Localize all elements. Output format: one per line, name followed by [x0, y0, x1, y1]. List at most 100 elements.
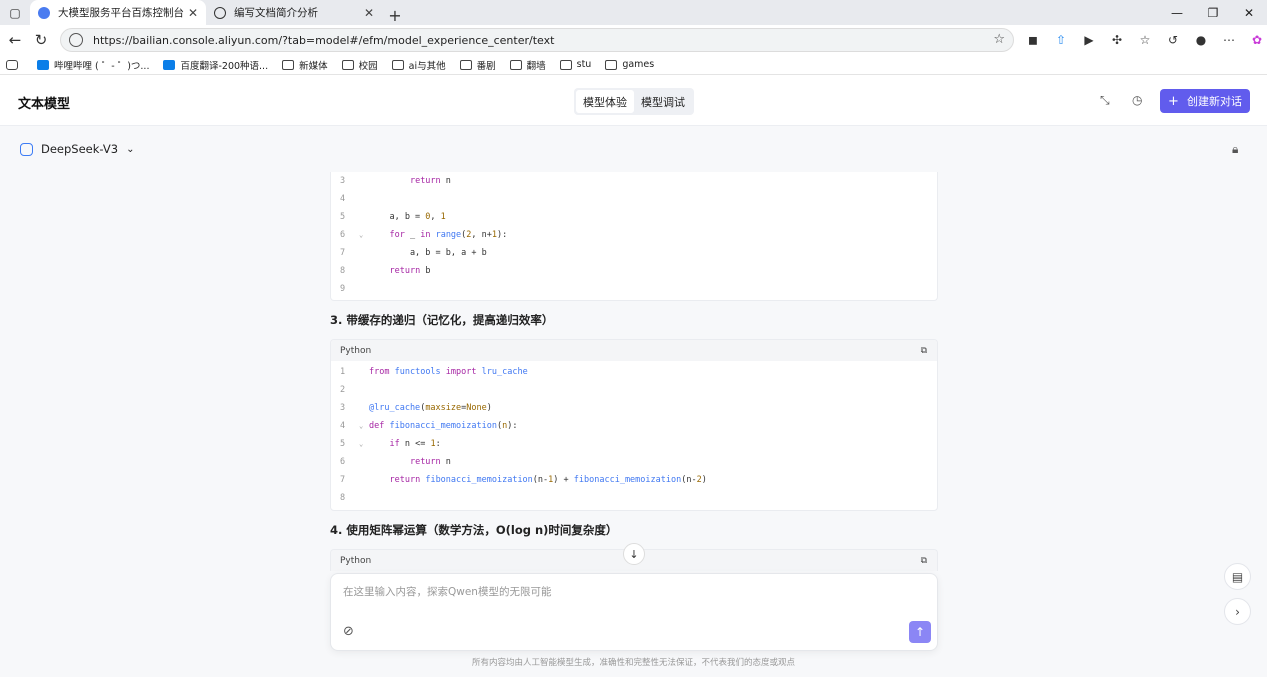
code-line: return n	[409, 176, 451, 186]
chevron-down-icon: ⌄	[126, 143, 135, 155]
folder-icon	[282, 59, 295, 70]
code-language: Python	[340, 555, 372, 566]
bookmark-label: ai与其他	[408, 60, 446, 72]
chatgpt-favicon-icon	[214, 6, 226, 19]
tab-actions-icon[interactable]: ▢	[0, 0, 30, 25]
code-line: for _ in range(2, n+1):	[389, 230, 508, 240]
more-menu-icon[interactable]: ⋯	[1218, 30, 1240, 50]
new-tab-button[interactable]: +	[382, 6, 408, 25]
line-number: 7	[340, 248, 346, 258]
favorites-icon[interactable]: ☆	[1134, 30, 1156, 50]
url-bar[interactable]: https://bailian.console.aliyun.com/?tab=…	[60, 28, 1014, 52]
address-toolbar: ← ↻ https://bailian.console.aliyun.com/?…	[0, 25, 1267, 55]
tab-model-debug[interactable]: 模型调试	[634, 90, 692, 113]
bookmark-label: games	[622, 59, 655, 70]
chat-input-placeholder[interactable]: 在这里输入内容，探索Qwen模型的无限可能	[343, 584, 551, 599]
fold-icon[interactable]: ⌄	[359, 440, 369, 448]
bookmark-folder-ai[interactable]: ai与其他	[391, 58, 446, 72]
chat-input-box[interactable]: 在这里输入内容，探索Qwen模型的无限可能 ⊘ ↑	[330, 573, 938, 651]
document-icon: ▤	[1231, 569, 1244, 584]
code-line: if n <= 1:	[389, 439, 441, 449]
folder-icon	[559, 59, 572, 70]
bookmarks-bar: 哔哩哔哩 ( ゜- ゜)つ... 百度翻译-200种语... 新媒体 校园 ai…	[0, 55, 1267, 75]
model-name: DeepSeek-V3	[41, 142, 119, 156]
translate-icon[interactable]: ⇧	[1050, 30, 1072, 50]
line-number: 8	[340, 493, 346, 503]
baidu-translate-icon	[163, 59, 176, 70]
tab-model-experience[interactable]: 模型体验	[576, 90, 634, 113]
fold-icon[interactable]: ⌄	[359, 231, 369, 239]
close-tab-icon[interactable]: ✕	[188, 6, 198, 20]
line-number: 2	[340, 385, 346, 395]
reload-icon[interactable]: ↻	[28, 31, 54, 49]
play-icon[interactable]: ▶	[1078, 30, 1100, 50]
bookmark-label: 百度翻译-200种语...	[180, 60, 269, 72]
send-button[interactable]: ↑	[909, 621, 931, 643]
bookmark-label: 新媒体	[299, 60, 328, 72]
close-window-icon[interactable]: ✕	[1231, 0, 1267, 25]
close-tab-icon[interactable]: ✕	[364, 6, 374, 20]
line-number: 4	[340, 194, 346, 204]
disclaimer: 所有内容均由人工智能模型生成，准确性和完整性无法保证，不代表我们的态度或观点	[471, 658, 795, 668]
line-number: 4	[340, 421, 346, 431]
section-heading: 3. 带缓存的递归（记忆化，提高递归效率）	[330, 313, 554, 327]
bookmark-baidu-translate[interactable]: 百度翻译-200种语...	[163, 58, 268, 72]
bookmark-label: 校园	[358, 60, 378, 72]
bookmark-folder-games[interactable]: games	[605, 59, 654, 70]
history-icon[interactable]: ↺	[1162, 30, 1184, 50]
back-icon[interactable]: ←	[2, 31, 28, 49]
lock-icon[interactable]: 🔒︎	[1232, 142, 1238, 157]
code-line: from functools import lru_cache	[369, 367, 528, 377]
bookmark-folder-vpn[interactable]: 翻墙	[509, 58, 546, 72]
site-info-icon[interactable]	[69, 33, 83, 47]
bookmark-folder-stu[interactable]: stu	[559, 59, 592, 70]
bilibili-icon	[37, 59, 49, 70]
code-block: Python ⧉ 1 from functools import lru_cach…	[330, 339, 938, 511]
page-title: 文本模型	[18, 97, 71, 112]
copy-icon[interactable]: ⧉	[921, 346, 927, 356]
scroll-to-bottom-button[interactable]: ↓	[623, 543, 645, 565]
bookmark-label: stu	[576, 59, 592, 70]
profile-avatar-icon[interactable]: ●	[1190, 30, 1212, 50]
expand-panel-button[interactable]: ›	[1224, 598, 1251, 625]
fold-icon[interactable]: ⌄	[359, 422, 369, 430]
code-line: return fibonacci_memoization(n-1) + fibo…	[389, 475, 707, 485]
line-number: 6	[340, 457, 346, 467]
plus-icon: +	[1168, 93, 1179, 109]
line-number: 5	[340, 212, 346, 222]
reading-list-icon[interactable]	[6, 59, 23, 70]
collapse-icon[interactable]: ⤡	[1100, 93, 1110, 108]
bookmark-label: 番剧	[476, 60, 496, 72]
code-line: return n	[409, 457, 451, 467]
copilot-icon[interactable]: ✿	[1246, 30, 1267, 50]
document-button[interactable]: ▤	[1224, 563, 1251, 590]
code-line: return b	[389, 266, 431, 276]
copy-icon[interactable]: ⧉	[921, 556, 927, 566]
app-header: 文本模型 模型体验 模型调试 ⤡ ◷ + 创建新对话	[0, 76, 1267, 126]
minimize-icon[interactable]: —	[1159, 0, 1195, 25]
bookmark-folder-anime[interactable]: 番剧	[459, 58, 496, 72]
history-clock-icon[interactable]: ◷	[1132, 93, 1142, 107]
extension-icon[interactable]: ◼	[1022, 30, 1044, 50]
chat-messages: 3 return n 4 5 a, b = 0, 1 6 ⌄ for _ in r…	[330, 172, 938, 571]
bookmark-folder-campus[interactable]: 校园	[341, 58, 378, 72]
bookmark-folder-media[interactable]: 新媒体	[282, 58, 328, 72]
code-line: a, b = 0, 1	[369, 212, 446, 222]
favorite-star-icon[interactable]: ☆	[993, 32, 1005, 47]
model-selector[interactable]: DeepSeek-V3 ⌄	[20, 142, 134, 156]
line-number: 7	[340, 475, 346, 485]
attachment-icon[interactable]: ⊘	[343, 624, 354, 639]
arrow-down-icon: ↓	[629, 547, 639, 561]
folder-icon	[341, 59, 354, 70]
bookmark-label: 翻墙	[526, 60, 546, 72]
restore-icon[interactable]: ❐	[1195, 0, 1231, 25]
code-line: def fibonacci_memoization(n):	[369, 421, 518, 431]
browser-tab-bar: ▢ 大模型服务平台百炼控制台 ✕ 编写文档简介分析 ✕ + — ❐ ✕	[0, 0, 1267, 25]
extensions-puzzle-icon[interactable]: ✣	[1106, 30, 1128, 50]
browser-tab-1[interactable]: 大模型服务平台百炼控制台 ✕	[30, 0, 206, 25]
create-conversation-button[interactable]: + 创建新对话	[1160, 89, 1250, 113]
code-line: @lru_cache(maxsize=None)	[369, 403, 492, 413]
arrow-up-icon: ↑	[914, 625, 926, 639]
browser-tab-2[interactable]: 编写文档简介分析 ✕	[206, 0, 382, 25]
bookmark-bilibili[interactable]: 哔哩哔哩 ( ゜- ゜)つ...	[37, 58, 149, 72]
